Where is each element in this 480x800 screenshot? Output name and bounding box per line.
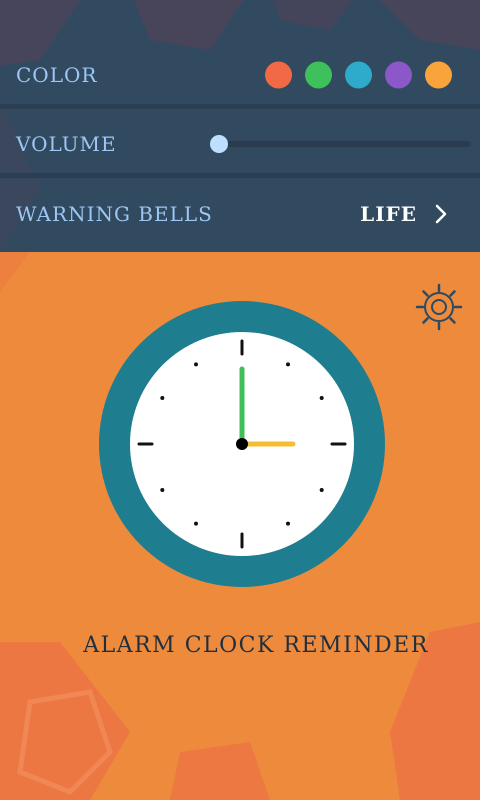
color-swatches — [265, 61, 452, 89]
hour-tick-dot — [160, 488, 165, 492]
volume-row: VOLUME — [0, 109, 480, 179]
hour-tick-dot — [194, 521, 198, 526]
swatch-teal[interactable] — [345, 61, 372, 89]
hour-tick-dot — [286, 521, 290, 526]
warning-bells-value: LIFE — [360, 202, 417, 226]
volume-slider-thumb[interactable] — [210, 135, 228, 153]
warning-bells-row[interactable]: WARNING BELLS LIFE — [0, 179, 480, 249]
settings-panel: COLOR VOLUME WARNING BELLS LIFE — [0, 0, 480, 252]
divider — [0, 173, 480, 178]
swatch-purple[interactable] — [385, 61, 412, 89]
volume-label: VOLUME — [16, 132, 117, 156]
hour-tick-dot — [286, 362, 290, 367]
chevron-right-icon[interactable] — [432, 203, 450, 225]
swatch-red-orange[interactable] — [265, 61, 292, 89]
app-title: ALARM CLOCK REMINDER — [83, 633, 429, 658]
volume-slider[interactable] — [210, 135, 471, 153]
swatch-orange[interactable] — [425, 61, 452, 89]
hour-tick-dot — [194, 362, 198, 367]
gear-icon[interactable] — [415, 283, 463, 331]
hour-tick-dot — [319, 396, 324, 400]
hour-tick-dot — [319, 488, 324, 492]
color-label: COLOR — [16, 63, 98, 87]
color-row: COLOR — [0, 40, 480, 110]
warning-bells-label: WARNING BELLS — [16, 202, 213, 226]
analog-clock[interactable] — [98, 300, 386, 588]
swatch-green[interactable] — [305, 61, 332, 89]
volume-slider-track[interactable] — [219, 141, 471, 147]
clock-center — [236, 438, 248, 450]
hour-tick-dot — [160, 396, 165, 400]
